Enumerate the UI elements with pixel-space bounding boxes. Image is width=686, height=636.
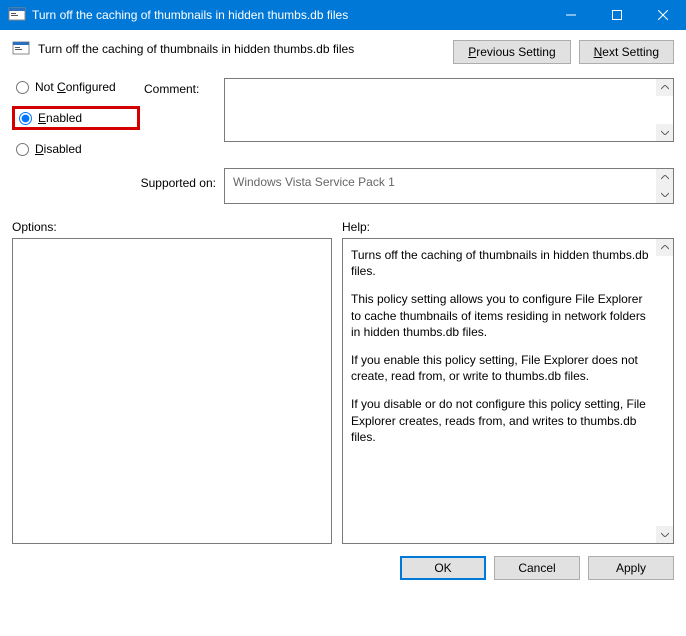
radio-not-configured-label: Not Configured bbox=[35, 80, 116, 94]
radio-disabled[interactable]: Disabled bbox=[12, 140, 140, 158]
next-setting-button[interactable]: Next Setting bbox=[579, 40, 674, 64]
state-radios: Not Configured Enabled Disabled bbox=[12, 78, 140, 158]
help-scroll-down[interactable] bbox=[656, 526, 673, 543]
radio-disabled-input[interactable] bbox=[16, 143, 29, 156]
comment-scroll-up[interactable] bbox=[656, 79, 673, 96]
supported-scroll-up[interactable] bbox=[656, 169, 673, 186]
panes: Turns off the caching of thumbnails in h… bbox=[12, 238, 674, 544]
radio-not-configured-input[interactable] bbox=[16, 81, 29, 94]
maximize-button[interactable] bbox=[594, 0, 640, 30]
help-p1: Turns off the caching of thumbnails in h… bbox=[351, 247, 653, 279]
header-row: Turn off the caching of thumbnails in hi… bbox=[12, 40, 674, 64]
options-label: Options: bbox=[12, 220, 332, 234]
policy-icon bbox=[8, 6, 26, 24]
comment-scroll-down[interactable] bbox=[656, 124, 673, 141]
radio-enabled-input[interactable] bbox=[19, 112, 32, 125]
supported-row: Supported on: Windows Vista Service Pack… bbox=[12, 168, 674, 204]
radio-not-configured[interactable]: Not Configured bbox=[12, 78, 140, 96]
minimize-button[interactable] bbox=[548, 0, 594, 30]
state-grid: Not Configured Enabled Disabled Comment: bbox=[12, 78, 674, 158]
titlebar-left: Turn off the caching of thumbnails in hi… bbox=[8, 6, 348, 24]
window-title: Turn off the caching of thumbnails in hi… bbox=[32, 8, 348, 22]
radio-disabled-label: Disabled bbox=[35, 142, 82, 156]
help-p4: If you disable or do not configure this … bbox=[351, 396, 653, 445]
apply-button[interactable]: Apply bbox=[588, 556, 674, 580]
help-p2: This policy setting allows you to config… bbox=[351, 291, 653, 340]
supported-on-textbox: Windows Vista Service Pack 1 bbox=[224, 168, 674, 204]
radio-enabled-label: Enabled bbox=[38, 111, 82, 125]
help-p3: If you enable this policy setting, File … bbox=[351, 352, 653, 384]
ok-button[interactable]: OK bbox=[400, 556, 486, 580]
cancel-button[interactable]: Cancel bbox=[494, 556, 580, 580]
content: Turn off the caching of thumbnails in hi… bbox=[0, 30, 686, 544]
previous-setting-button[interactable]: Previous Setting bbox=[453, 40, 570, 64]
policy-header-icon bbox=[12, 40, 30, 58]
titlebar: Turn off the caching of thumbnails in hi… bbox=[0, 0, 686, 30]
policy-title: Turn off the caching of thumbnails in hi… bbox=[38, 40, 445, 56]
window-controls bbox=[548, 0, 686, 30]
radio-enabled[interactable]: Enabled bbox=[12, 106, 140, 130]
comment-textbox[interactable] bbox=[224, 78, 674, 142]
footer: OK Cancel Apply bbox=[0, 544, 686, 592]
supported-scroll-down[interactable] bbox=[656, 186, 673, 203]
supported-on-value: Windows Vista Service Pack 1 bbox=[233, 175, 395, 189]
supported-on-label: Supported on: bbox=[12, 168, 216, 190]
comment-label: Comment: bbox=[144, 78, 220, 96]
panes-labels: Options: Help: bbox=[12, 220, 674, 234]
help-label: Help: bbox=[342, 220, 674, 234]
nav-buttons: Previous Setting Next Setting bbox=[453, 40, 674, 64]
help-pane: Turns off the caching of thumbnails in h… bbox=[342, 238, 674, 544]
close-button[interactable] bbox=[640, 0, 686, 30]
options-pane bbox=[12, 238, 332, 544]
help-scroll-up[interactable] bbox=[656, 239, 673, 256]
